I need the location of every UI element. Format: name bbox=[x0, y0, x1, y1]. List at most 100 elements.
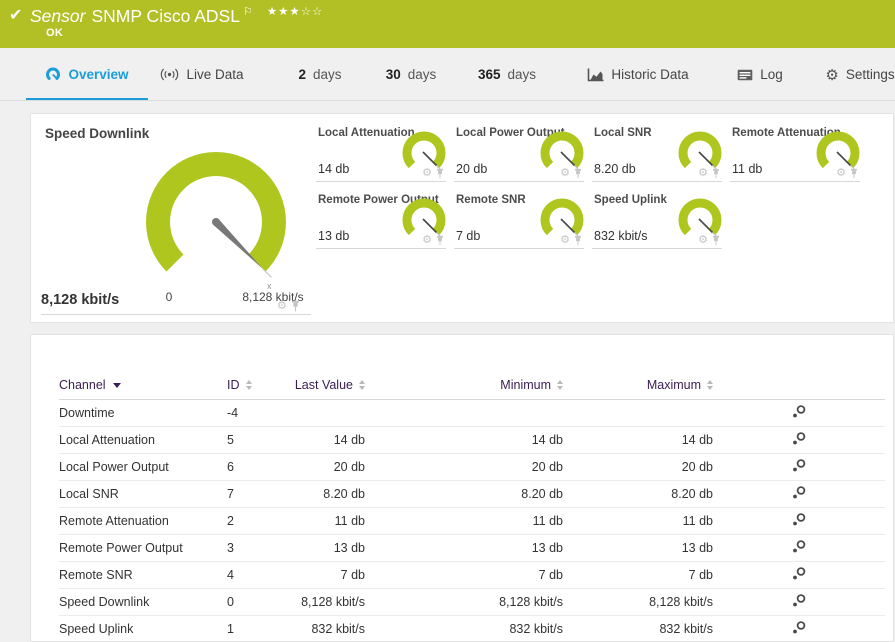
channel-gear-icon[interactable]: ⚙ bbox=[422, 168, 432, 179]
tab-365-days[interactable]: 365 days bbox=[468, 48, 546, 100]
channel-gear-icon[interactable]: ⚙ bbox=[836, 168, 846, 179]
tab-bar: Overview Live Data 2 days 30 days 365 days bbox=[0, 48, 895, 101]
mini-gauge-remote-attenuation[interactable]: Remote Attenuation 11 db ⚙ bbox=[730, 124, 860, 182]
pin-icon[interactable] bbox=[712, 235, 720, 246]
tab-number: 30 bbox=[385, 67, 401, 82]
pin-icon[interactable] bbox=[436, 235, 444, 246]
maximum-cell: 8.20 db bbox=[563, 480, 713, 508]
tab-30-days[interactable]: 30 days bbox=[375, 48, 447, 100]
column-label: Maximum bbox=[646, 377, 701, 392]
channel-settings-icon[interactable] bbox=[791, 593, 807, 611]
mini-gauge-value: 13 db bbox=[318, 229, 350, 243]
channel-settings-icon[interactable] bbox=[791, 404, 807, 422]
table-row-local-snr[interactable]: Local SNR 7 8.20 db 8.20 db 8.20 db bbox=[59, 480, 885, 508]
pin-icon[interactable] bbox=[574, 168, 582, 179]
channel-gear-icon[interactable]: ⚙ bbox=[422, 235, 432, 246]
main-gauge-title: Speed Downlink bbox=[45, 126, 150, 141]
channel-gear-icon[interactable]: ⚙ bbox=[277, 301, 287, 312]
priority-stars[interactable]: ★★★☆☆ bbox=[267, 6, 324, 18]
channel-settings-icon[interactable] bbox=[791, 620, 807, 638]
divider bbox=[316, 248, 446, 249]
table-row-speed-uplink[interactable]: Speed Uplink 1 832 kbit/s 832 kbit/s 832… bbox=[59, 615, 885, 642]
channel-cell: Downtime bbox=[59, 399, 227, 427]
divider bbox=[592, 181, 722, 182]
minimum-cell: 20 db bbox=[365, 453, 563, 481]
channel-settings-icon[interactable] bbox=[791, 431, 807, 449]
column-header-minimum[interactable]: Minimum bbox=[365, 371, 563, 400]
table-row-remote-snr[interactable]: Remote SNR 4 7 db 7 db 7 db bbox=[59, 561, 885, 589]
maximum-cell: 11 db bbox=[563, 507, 713, 535]
channel-settings-icon[interactable] bbox=[791, 458, 807, 476]
tab-2-days[interactable]: 2 days bbox=[285, 48, 355, 100]
tab-number: 365 bbox=[477, 67, 501, 82]
sensor-status-badge: OK bbox=[46, 27, 64, 39]
tab-label: Historic Data bbox=[611, 67, 689, 82]
maximum-cell: 832 kbit/s bbox=[563, 615, 713, 642]
channel-gear-icon[interactable]: ⚙ bbox=[698, 235, 708, 246]
channel-cell: Remote Power Output bbox=[59, 534, 227, 562]
column-header-id[interactable]: ID bbox=[227, 371, 283, 400]
pin-icon[interactable] bbox=[574, 235, 582, 246]
tab-settings[interactable]: ⚙ Settings bbox=[812, 48, 895, 100]
id-cell: 3 bbox=[227, 534, 283, 562]
mini-gauge-speed-uplink[interactable]: Speed Uplink 832 kbit/s ⚙ bbox=[592, 191, 722, 249]
table-row-remote-attenuation[interactable]: Remote Attenuation 2 11 db 11 db 11 db bbox=[59, 507, 885, 535]
gauge-scale-min: 0 bbox=[165, 290, 173, 304]
sensor-type-label: Sensor bbox=[30, 5, 86, 26]
maximum-cell: 7 db bbox=[563, 561, 713, 589]
channel-settings-icon[interactable] bbox=[791, 512, 807, 530]
gear-icon: ⚙ bbox=[825, 66, 839, 84]
status-ok-check-icon: ✔ bbox=[9, 7, 23, 24]
column-header-last-value[interactable]: Last Value bbox=[283, 371, 365, 400]
speed-downlink-gauge: x bbox=[146, 151, 286, 291]
channel-settings-icon[interactable] bbox=[791, 539, 807, 557]
id-cell: 5 bbox=[227, 426, 283, 454]
mini-gauge-local-power-output[interactable]: Local Power Output 20 db ⚙ bbox=[454, 124, 584, 182]
id-cell: 4 bbox=[227, 561, 283, 589]
last-value-cell: 7 db bbox=[283, 561, 365, 589]
mini-gauge-value: 8.20 db bbox=[594, 162, 636, 176]
channel-settings-icon[interactable] bbox=[791, 566, 807, 584]
pin-icon[interactable] bbox=[436, 168, 444, 179]
divider bbox=[592, 248, 722, 249]
channel-gear-icon[interactable]: ⚙ bbox=[560, 235, 570, 246]
mini-gauge-remote-power-output[interactable]: Remote Power Output 13 db ⚙ bbox=[316, 191, 446, 249]
mini-gauge-local-attenuation[interactable]: Local Attenuation 14 db ⚙ bbox=[316, 124, 446, 182]
channel-cell: Speed Downlink bbox=[59, 588, 227, 616]
channel-gear-icon[interactable]: ⚙ bbox=[560, 168, 570, 179]
priority-flag-icon[interactable]: ⚐ bbox=[243, 6, 253, 18]
sort-icon bbox=[359, 380, 365, 391]
table-row-downtime[interactable]: Downtime -4 bbox=[59, 399, 885, 427]
pin-icon[interactable] bbox=[712, 168, 720, 179]
tab-label: Overview bbox=[68, 67, 129, 82]
tab-historic-data[interactable]: Historic Data bbox=[580, 48, 696, 100]
tab-live-data[interactable]: Live Data bbox=[150, 48, 254, 100]
prtg-sensor-page: ✔ Sensor SNMP Cisco ADSL ⚐ ★★★☆☆ OK Overvie… bbox=[0, 0, 895, 642]
pin-icon[interactable] bbox=[850, 168, 858, 179]
last-value-cell: 11 db bbox=[283, 507, 365, 535]
column-header-channel[interactable]: Channel bbox=[59, 371, 227, 400]
last-value-cell: 14 db bbox=[283, 426, 365, 454]
column-header-maximum[interactable]: Maximum bbox=[563, 371, 713, 400]
tab-overview[interactable]: Overview bbox=[26, 48, 148, 100]
table-row-remote-power-output[interactable]: Remote Power Output 3 13 db 13 db 13 db bbox=[59, 534, 885, 562]
minimum-cell bbox=[365, 399, 563, 427]
mini-gauge-title: Remote SNR bbox=[456, 194, 526, 206]
channel-settings-icon[interactable] bbox=[791, 485, 807, 503]
mini-gauge-local-snr[interactable]: Local SNR 8.20 db ⚙ bbox=[592, 124, 722, 182]
speed-downlink-value: 8,128 kbit/s bbox=[41, 292, 120, 308]
table-row-local-attenuation[interactable]: Local Attenuation 5 14 db 14 db 14 db bbox=[59, 426, 885, 454]
tab-number: 2 bbox=[298, 67, 306, 82]
column-label: Minimum bbox=[500, 377, 551, 392]
last-value-cell bbox=[283, 399, 365, 427]
tab-log[interactable]: Log bbox=[725, 48, 795, 100]
table-row-speed-downlink[interactable]: Speed Downlink 0 8,128 kbit/s 8,128 kbit… bbox=[59, 588, 885, 616]
table-row-local-power-output[interactable]: Local Power Output 6 20 db 20 db 20 db bbox=[59, 453, 885, 481]
column-label: Channel bbox=[59, 377, 106, 392]
id-cell: -4 bbox=[227, 399, 283, 427]
mini-gauge-remote-snr[interactable]: Remote SNR 7 db ⚙ bbox=[454, 191, 584, 249]
channel-gear-icon[interactable]: ⚙ bbox=[698, 168, 708, 179]
last-value-cell: 8,128 kbit/s bbox=[283, 588, 365, 616]
minimum-cell: 14 db bbox=[365, 426, 563, 454]
pin-icon[interactable] bbox=[291, 300, 300, 312]
